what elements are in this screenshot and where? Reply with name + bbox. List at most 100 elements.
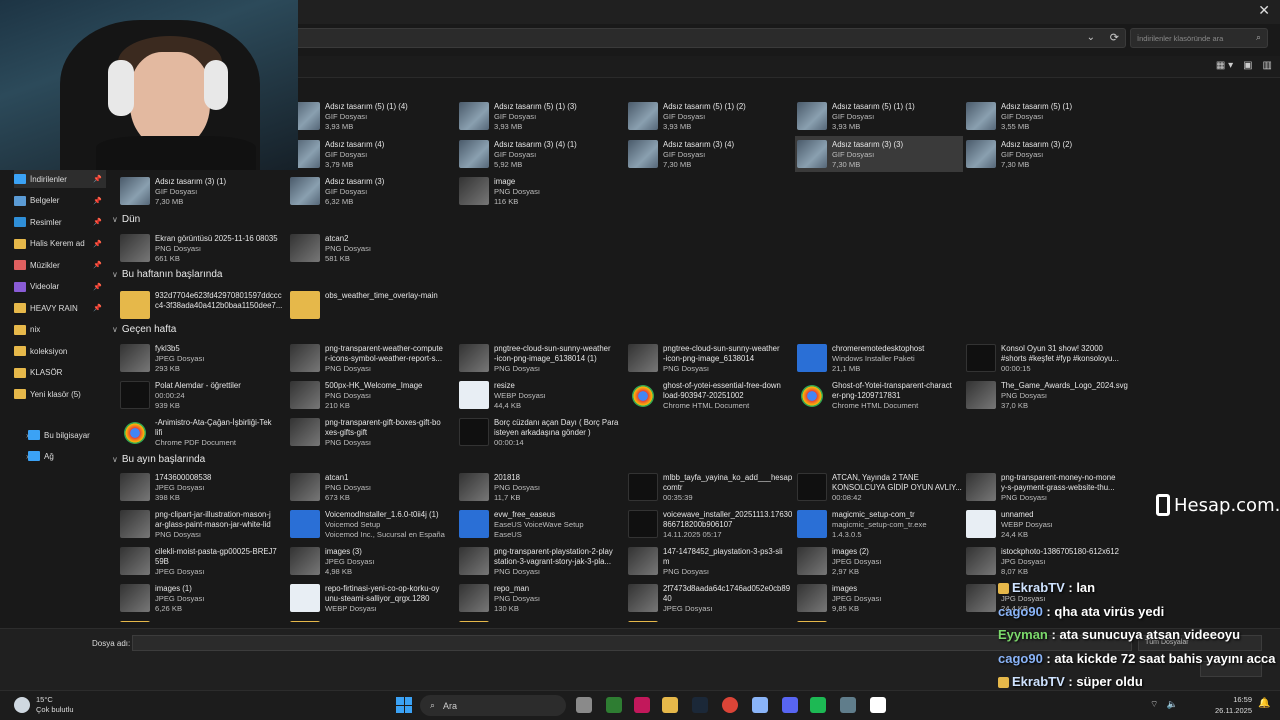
sidebar-item[interactable]: Resimler 📌	[14, 213, 106, 231]
view-mode-icon[interactable]: ▦ ▾	[1216, 60, 1233, 71]
file-item[interactable]: 1743600008538 JPEG Dosyası 398 KB	[118, 469, 286, 505]
file-item[interactable]: obs_weather_time_overlay-main	[288, 287, 456, 323]
file-item[interactable]: Adsız tasarım (5) (1) GIF Dosyası 3,55 MB	[964, 98, 1132, 134]
file-item[interactable]: magicmic_setup-com_tr magicmic_setup-com_…	[795, 506, 963, 542]
sidebar-item[interactable]: Yeni klasör (5)	[14, 385, 106, 403]
file-item[interactable]: voicewave_installer_20251113.17630 86671…	[626, 506, 794, 542]
sidebar-tree-item[interactable]: › Ağ	[26, 447, 120, 465]
notification-bell-icon[interactable]: 🔔	[1258, 698, 1270, 709]
sidebar-item[interactable]: koleksiyon	[14, 342, 106, 360]
sidebar-item[interactable]: KLASÖR	[14, 364, 106, 382]
file-item[interactable]: Ghost-of-Yotei-transparent-charact er-pn…	[795, 377, 963, 413]
file-item[interactable]: 147-1478452_playstation-3-ps3-sli m PNG D…	[626, 543, 794, 579]
file-item[interactable]: Adsız tasarım (3) (3) GIF Dosyası 7,30 MB	[795, 136, 963, 172]
file-item[interactable]: Polat Alemdar - öğrettiler 00:00:24 939 KB	[118, 377, 286, 413]
file-item[interactable]: images (3) JPEG Dosyası 4,98 KB	[288, 543, 456, 579]
file-item[interactable]: images (2) JPEG Dosyası 2,97 KB	[795, 543, 963, 579]
taskbar-app-icon[interactable]	[722, 697, 738, 713]
file-item[interactable]: [FREE] Fra7Capone X Uzi X Modd	[626, 617, 794, 622]
taskbar-app-icon[interactable]	[634, 697, 650, 713]
file-item[interactable]: images (1) JPEG Dosyası 6,26 KB	[118, 580, 286, 616]
file-item[interactable]: images JPEG Dosyası 9,85 KB	[795, 580, 963, 616]
file-item[interactable]: Adsız tasarım (3) (4) GIF Dosyası 7,30 MB	[626, 136, 794, 172]
file-item[interactable]: Adsız tasarım (5) (1) (4) GIF Dosyası 3,93…	[288, 98, 456, 134]
file-item[interactable]: Filozof Atakan	[118, 617, 286, 622]
chevron-down-icon[interactable]: ⌄	[1087, 32, 1095, 43]
file-item[interactable]: BATUFLEX X FRAY067 & MANSUR X	[457, 617, 625, 622]
taskbar-app-icon[interactable]	[752, 697, 768, 713]
sidebar-item[interactable]: Halis Kerem ad 📌	[14, 235, 106, 253]
group-header[interactable]: ∨ Dün	[112, 214, 140, 225]
sidebar-item[interactable]: İndirilenler 📌	[14, 170, 106, 188]
file-item[interactable]: 2f7473d8aada64c1746ad052e0cb89 40 JPEG Do…	[626, 580, 794, 616]
file-item[interactable]: png-transparent-gift-boxes-gift-bo xes-g…	[288, 414, 456, 450]
file-item[interactable]: fykl3b5 JPEG Dosyası 293 KB	[118, 340, 286, 376]
sidebar-item[interactable]: nix	[14, 321, 106, 339]
refresh-icon[interactable]: ⟳	[1110, 31, 1119, 44]
file-item[interactable]: pngtree-cloud-sun-sunny-weather -icon-pn…	[457, 340, 625, 376]
file-item[interactable]: png-transparent-weather-compute r-icons-…	[288, 340, 456, 376]
taskbar-app-icon[interactable]	[840, 697, 856, 713]
chevron-down-icon[interactable]: ∨	[112, 215, 118, 224]
file-item[interactable]: cilekli-moist-pasta-gp00025-BREJ7 59B JPE…	[118, 543, 286, 579]
file-item[interactable]: mlbb_tayfa_yayina_ko_add___hesap comtr 00…	[626, 469, 794, 505]
filename-input[interactable]	[132, 635, 1132, 651]
file-item[interactable]: Konsol Oyun 31 show! 32000 #shorts #keşf…	[964, 340, 1132, 376]
file-item[interactable]: unnamed WEBP Dosyası 24,4 KB	[964, 506, 1132, 542]
group-header[interactable]: ∨ Bu haftanın başlarında	[112, 269, 223, 280]
group-header[interactable]: ∨ Bu ayın başlarında	[112, 454, 205, 465]
file-item[interactable]: atcan1 PNG Dosyası 673 KB	[288, 469, 456, 505]
chevron-down-icon[interactable]: ∨	[112, 270, 118, 279]
start-button[interactable]	[396, 697, 412, 713]
taskbar-app-icon[interactable]	[576, 697, 592, 713]
file-item[interactable]: Adsız tasarım (3) (4) (1) GIF Dosyası 5,92…	[457, 136, 625, 172]
file-item[interactable]: 500px-HK_Welcome_Image PNG Dosyası 210 KB	[288, 377, 456, 413]
file-item[interactable]: ghost-of-yotei-essential-free-down load-…	[626, 377, 794, 413]
file-item[interactable]: Ekran görüntüsü 2025-11-16 08035 PNG Dosy…	[118, 230, 286, 266]
search-input[interactable]: İndirilenler klasöründe ara ⌕	[1130, 28, 1268, 48]
group-header[interactable]: ∨ Geçen hafta	[112, 324, 176, 335]
file-item[interactable]: 932d7704e623fd42970801597ddccc c4-3f38ad…	[118, 287, 286, 323]
taskbar-app-icon[interactable]	[870, 697, 886, 713]
clock[interactable]: 16:59 26.11.2025	[1208, 694, 1252, 716]
sidebar-item[interactable]: HEAVY RAIN 📌	[14, 299, 106, 317]
file-item[interactable]: Borç cüzdanı açan Dayı ( Borç Para istey…	[457, 414, 625, 450]
file-item[interactable]: clip_01K9EYE7Z0Y3H4YMMYH321F	[795, 617, 963, 622]
taskbar-app-icon[interactable]	[606, 697, 622, 713]
chevron-down-icon[interactable]: ∨	[112, 325, 118, 334]
file-item[interactable]: chromeremotedesktophost Windows Installer…	[795, 340, 963, 376]
file-item[interactable]: 201818 PNG Dosyası 11,7 KB	[457, 469, 625, 505]
close-icon[interactable]: ✕	[1258, 2, 1270, 19]
file-item[interactable]: istockphoto-1386705180-612x612 JPG Dosyas…	[964, 543, 1132, 579]
taskbar-app-icon[interactable]	[692, 697, 708, 713]
taskbar-app-icon[interactable]	[782, 697, 798, 713]
file-item[interactable]: ATCAN, Yayında 2 TANE KONSOLCUYA GİDİP O…	[795, 469, 963, 505]
file-item[interactable]: png-transparent-playstation-2-play stati…	[457, 543, 625, 579]
sidebar-item[interactable]: Videolar 📌	[14, 278, 106, 296]
file-item[interactable]: atcan2 PNG Dosyası 581 KB	[288, 230, 456, 266]
chevron-right-icon[interactable]: ›	[26, 431, 29, 440]
file-item[interactable]: VoicemodInstaller_1.6.0-t0ii4j (1) Voicem…	[288, 506, 456, 542]
sidebar-item[interactable]: Belgeler 📌	[14, 192, 106, 210]
taskbar-search[interactable]: ⌕ Ara	[420, 695, 566, 716]
file-item[interactable]: Adsız tasarım (3) (1) GIF Dosyası 7,30 MB	[118, 173, 286, 209]
address-bar[interactable]: ⌄ ⟳	[290, 28, 1126, 48]
details-pane-icon[interactable]: ▥	[1263, 60, 1272, 71]
file-item[interactable]: Adsız tasarım (5) (1) (3) GIF Dosyası 3,93…	[457, 98, 625, 134]
sidebar-tree-item[interactable]: › Bu bilgisayar	[26, 426, 120, 444]
speaker-icon[interactable]: 🔈	[1166, 699, 1177, 710]
preview-pane-icon[interactable]: ▣	[1243, 60, 1252, 71]
file-item[interactable]: Adsız tasarım (4) GIF Dosyası 3,79 MB	[288, 136, 456, 172]
file-item[interactable]: Adsız tasarım (3) (2) GIF Dosyası 7,30 MB	[964, 136, 1132, 172]
file-item[interactable]: pngtree-cloud-sun-sunny-weather -icon-pn…	[626, 340, 794, 376]
file-item[interactable]: Adsız tasarım (3) GIF Dosyası 6,32 MB	[288, 173, 456, 209]
file-item[interactable]: -Animistro-Ata-Çağan-İşbirliği-Tek lifi C…	[118, 414, 286, 450]
file-item[interactable]: The_Game_Awards_Logo_2024.svg PNG Dosyası…	[964, 377, 1132, 413]
sidebar-item[interactable]: Müzikler 📌	[14, 256, 106, 274]
file-item[interactable]: resize WEBP Dosyası 44,4 KB	[457, 377, 625, 413]
taskbar-app-icon[interactable]	[810, 697, 826, 713]
file-item[interactable]: image PNG Dosyası 116 KB	[457, 173, 625, 209]
chevron-right-icon[interactable]: ›	[26, 452, 29, 461]
file-item[interactable]: Adsız tasarım (5) (1) (2) GIF Dosyası 3,93…	[626, 98, 794, 134]
wifi-icon[interactable]: ⌔	[1150, 699, 1158, 710]
